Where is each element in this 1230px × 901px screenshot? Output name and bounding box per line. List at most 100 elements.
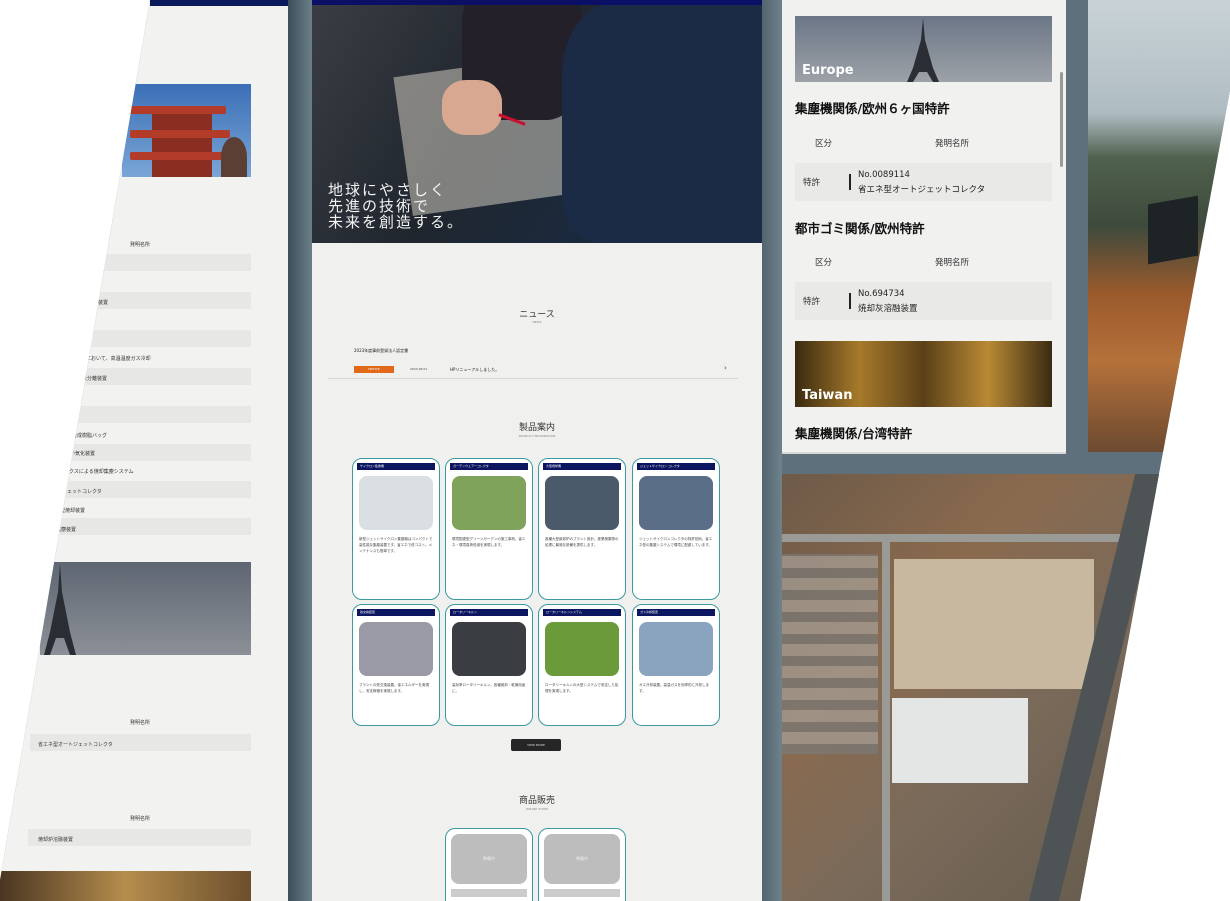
product-card-desc: ガス冷却装置。高温ガスを効率的に冷却します。 bbox=[639, 683, 709, 693]
showcase-stage: 発明名所 装置 において、高温温度ガス冷却 素分離装置 合成樹脂バッグ い気化装… bbox=[0, 0, 1230, 901]
patent-name: 焼却灰溶融装置 bbox=[858, 304, 918, 314]
divider bbox=[328, 378, 738, 379]
aerial-photo bbox=[782, 474, 1230, 901]
left-label: において、高温温度ガス冷却 bbox=[86, 356, 151, 362]
left-label: 装置 bbox=[98, 300, 109, 306]
shop-placeholder: 準備中 bbox=[544, 834, 620, 884]
product-card-title: ガーデンウェアーコレクタ bbox=[450, 463, 528, 470]
chevron-right-icon[interactable]: › bbox=[724, 364, 727, 372]
left-label: 素分離装置 bbox=[82, 376, 108, 382]
patent-page-preview: Europe 集塵機関係/欧州６ヶ国特許 区分 発明名所 特許 No.00891… bbox=[782, 0, 1066, 454]
product-image bbox=[359, 622, 433, 676]
left-label: 合成樹脂バッグ bbox=[72, 433, 108, 439]
eiffel-image bbox=[40, 562, 251, 655]
product-card[interactable]: ロータリーキルンシステム ロータリーキルンの大型システムで安定した処理を実現しま… bbox=[538, 604, 626, 726]
product-card-desc: プラントの熱交換装置。省エネルギーを実現し、安定稼働を実現します。 bbox=[359, 683, 429, 693]
product-card[interactable]: 大型焼却機 各種大型焼却炉のプラント設計。産業廃棄物の処理に最適な設備を提供しま… bbox=[538, 458, 626, 600]
news-badge: NOTICE bbox=[354, 366, 394, 373]
patent-kind: 特許 bbox=[803, 297, 821, 307]
product-card-title: 熱交換装置 bbox=[357, 609, 435, 616]
product-card-desc: 環境配慮型グリーンガーデンの施工事例。省エネ・環境負荷低減を実現します。 bbox=[452, 537, 526, 547]
column-gap bbox=[762, 0, 782, 901]
product-image bbox=[359, 476, 433, 530]
hero-image: 地球にやさしく 先進の技術で 未来を創造する。 bbox=[312, 0, 762, 243]
table-row: 特許 No.0089114 省エネ型オートジェットコレクタ bbox=[795, 163, 1052, 201]
europe-image: Europe bbox=[795, 16, 1052, 82]
col-kind-header: 区分 bbox=[815, 139, 833, 149]
hero-line: 未来を創造する。 bbox=[328, 213, 465, 231]
patent-number: No.694734 bbox=[858, 289, 905, 299]
news-date: 2023.06.01 bbox=[410, 367, 428, 371]
left-label: い気化装置 bbox=[70, 451, 96, 457]
product-image bbox=[452, 476, 526, 530]
middle-page-preview: 地球にやさしく 先進の技術で 未来を創造する。 ニュース NEWS 2023年度… bbox=[312, 0, 762, 901]
product-card[interactable]: 熱交換装置 プラントの熱交換装置。省エネルギーを実現し、安定稼働を実現します。 bbox=[352, 604, 440, 726]
product-card[interactable]: ガス冷却装置 ガス冷却装置。高温ガスを効率的に冷却します。 bbox=[632, 604, 720, 726]
product-card-title: ガス冷却装置 bbox=[637, 609, 715, 616]
left-label: 発明名所 bbox=[130, 720, 151, 726]
product-image bbox=[452, 622, 526, 676]
product-card[interactable]: ロータリーキルン 高効率ロータリーキルン。各種焼却・乾燥用途に。 bbox=[445, 604, 533, 726]
news-subtitle: NEWS bbox=[532, 320, 542, 324]
patent-name: 省エネ型オートジェットコレクタ bbox=[858, 185, 986, 195]
left-header-bar bbox=[150, 0, 288, 6]
left-page-preview: 発明名所 装置 において、高温温度ガス冷却 素分離装置 合成樹脂バッグ い気化装… bbox=[0, 0, 288, 901]
section-title: 集塵機関係/台湾特許 bbox=[795, 426, 913, 441]
section-title: 都市ゴミ関係/欧州特許 bbox=[795, 221, 925, 236]
product-card-desc: ジェットサイクロンコレクタの特許技術。省エネ型の集塵システムで環境に配慮していま… bbox=[639, 537, 713, 547]
product-card-title: 大型焼却機 bbox=[543, 463, 621, 470]
left-label: 発明名所 bbox=[130, 242, 151, 248]
table-row: 特許 No.694734 焼却灰溶融装置 bbox=[795, 282, 1052, 320]
left-label: 省エネ型オートジェットコレクタ bbox=[38, 742, 113, 748]
left-label: 型焼却装置 bbox=[60, 508, 86, 514]
product-card-title: サイクロン集塵機 bbox=[357, 463, 435, 470]
product-card-title: ロータリーキルンシステム bbox=[543, 609, 621, 616]
products-subtitle: PRODUCT INFORMATION bbox=[518, 434, 556, 438]
shop-placeholder: 準備中 bbox=[451, 834, 527, 884]
product-card[interactable]: サイクロン集塵機 新型ジェットサイクロン集塵機はコンパクトで高性能な集塵装置です… bbox=[352, 458, 440, 600]
pagoda-image bbox=[122, 84, 251, 177]
product-image bbox=[545, 476, 619, 530]
product-card-desc: 各種大型焼却炉のプラント設計。産業廃棄物の処理に最適な設備を提供します。 bbox=[545, 537, 619, 547]
left-label: 焼却炉溶融装置 bbox=[38, 837, 74, 843]
patent-kind: 特許 bbox=[803, 178, 821, 188]
product-card-title: ジェットサイクロン コレクタ bbox=[637, 463, 715, 470]
hero-line: 先進の技術で bbox=[328, 197, 431, 215]
news-headline[interactable]: 2023年度事前登録法人認定書 bbox=[354, 348, 408, 354]
hero-line: 地球にやさしく bbox=[328, 181, 448, 199]
products-title: 製品案内 bbox=[518, 423, 555, 433]
view-more-button[interactable]: VIEW MORE bbox=[511, 739, 561, 751]
taiwan-image: Taiwan bbox=[795, 341, 1052, 407]
patent-number: No.0089114 bbox=[858, 170, 910, 180]
section-title: 集塵機関係/欧州６ヶ国特許 bbox=[795, 101, 950, 116]
aerial-photo-top bbox=[1088, 0, 1230, 452]
col-name-header: 発明名所 bbox=[935, 139, 970, 149]
shop-subtitle: ONLINE STORE bbox=[525, 807, 549, 811]
column-gap bbox=[288, 0, 312, 901]
col-kind-header: 区分 bbox=[815, 258, 833, 268]
shop-title: 商品販売 bbox=[518, 796, 555, 806]
product-card-desc: 高効率ロータリーキルン。各種焼却・乾燥用途に。 bbox=[452, 683, 526, 693]
left-label: 発明名所 bbox=[130, 816, 151, 822]
news-title: ニュース bbox=[519, 310, 555, 320]
col-name-header: 発明名所 bbox=[935, 258, 970, 268]
product-card-desc: 新型ジェットサイクロン集塵機はコンパクトで高性能な集塵装置です。省エネで低コスト… bbox=[359, 537, 433, 553]
taiwan-label: Taiwan bbox=[802, 388, 853, 403]
product-card-title: ロータリーキルン bbox=[450, 609, 528, 616]
news-link[interactable]: HPリニューアルしました。 bbox=[450, 367, 499, 373]
product-card-desc: ロータリーキルンの大型システムで安定した処理を実現します。 bbox=[545, 683, 619, 693]
left-label: 集塵装置 bbox=[56, 527, 77, 533]
shop-card[interactable]: 準備中 bbox=[445, 828, 533, 901]
scrollbar[interactable] bbox=[1060, 72, 1063, 167]
left-label: ジェットコレクタ bbox=[62, 489, 102, 495]
product-card[interactable]: ジェットサイクロン コレクタ ジェットサイクロンコレクタの特許技術。省エネ型の集… bbox=[632, 458, 720, 600]
shop-card[interactable]: 準備中 bbox=[538, 828, 626, 901]
product-card[interactable]: ガーデンウェアーコレクタ 環境配慮型グリーンガーデンの施工事例。省エネ・環境負荷… bbox=[445, 458, 533, 600]
europe-label: Europe bbox=[802, 63, 854, 78]
left-bottom-image bbox=[0, 871, 251, 901]
left-label: ックスによる焼却集塵システム bbox=[64, 469, 134, 475]
product-image bbox=[639, 476, 713, 530]
hero-copy: 地球にやさしく 先進の技術で 未来を創造する。 bbox=[328, 182, 464, 230]
product-image bbox=[545, 622, 619, 676]
product-image bbox=[639, 622, 713, 676]
